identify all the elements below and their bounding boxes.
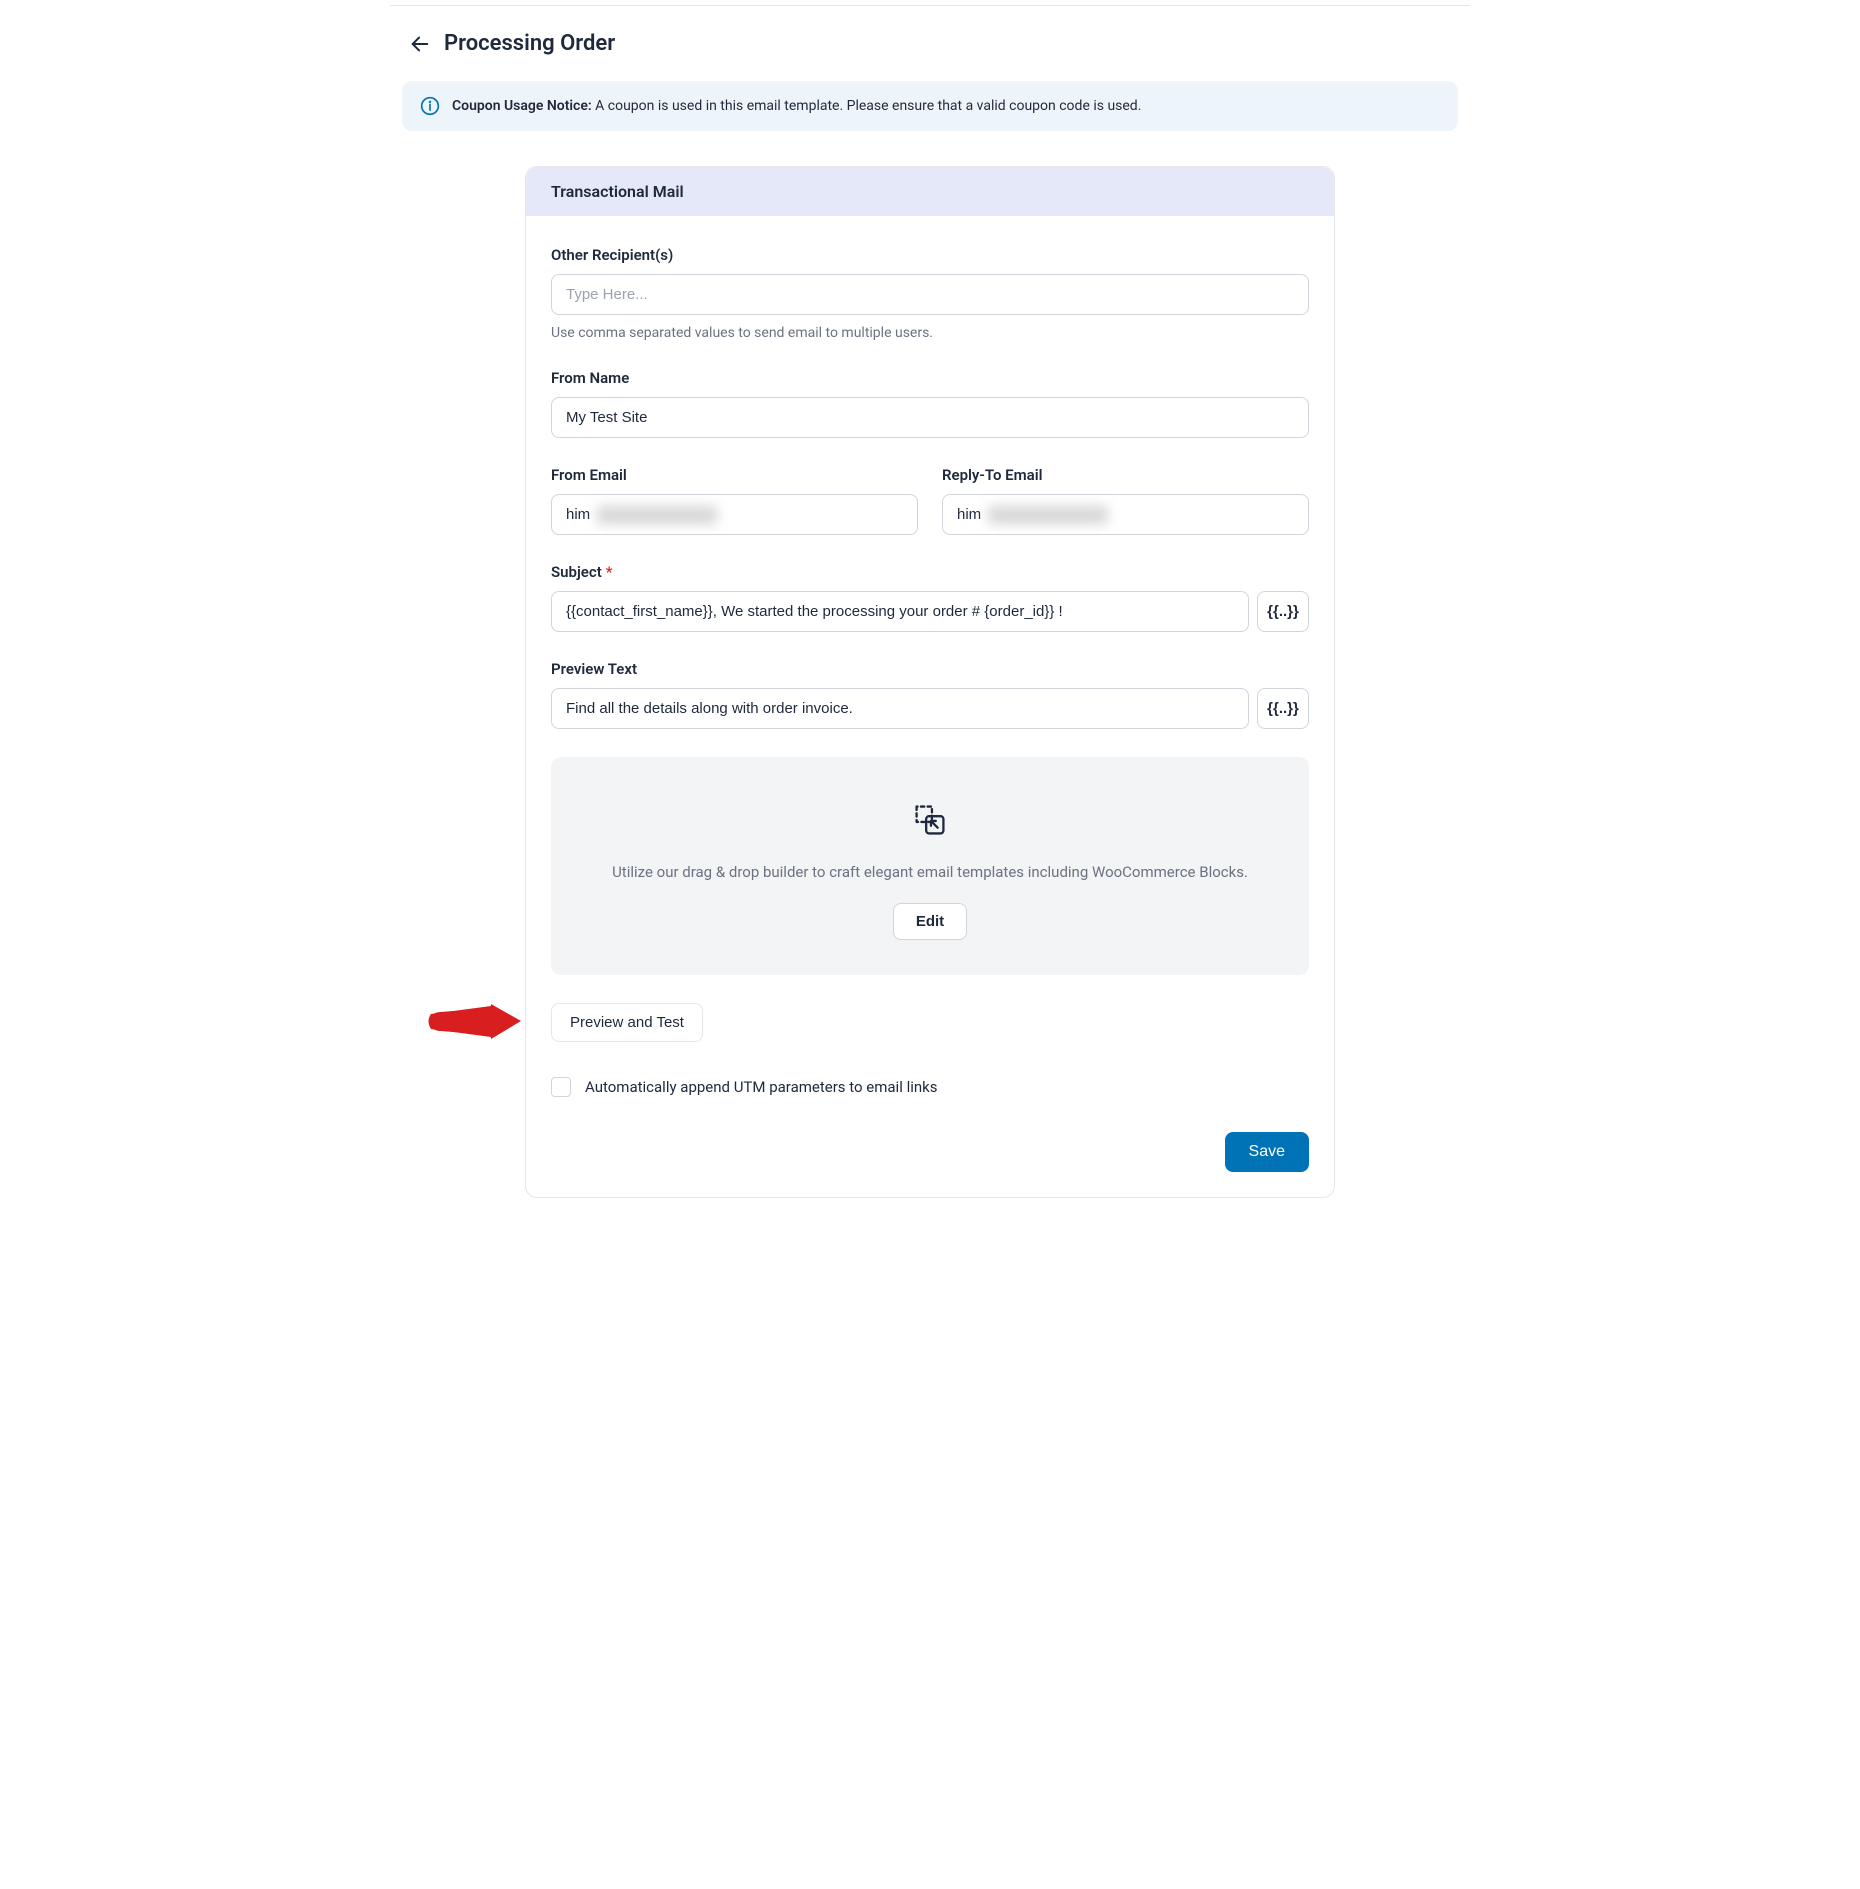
builder-description: Utilize our drag & drop builder to craft… <box>581 863 1279 881</box>
recipients-label: Other Recipient(s) <box>551 246 1309 264</box>
subject-input[interactable] <box>551 591 1249 632</box>
page-header: Processing Order <box>390 6 1470 76</box>
save-button[interactable]: Save <box>1225 1132 1309 1172</box>
preview-text-input[interactable] <box>551 688 1249 729</box>
builder-box: Utilize our drag & drop builder to craft… <box>551 757 1309 975</box>
card-header: Transactional Mail <box>526 167 1334 216</box>
from-name-label: From Name <box>551 369 1309 387</box>
transactional-mail-card: Transactional Mail Other Recipient(s) Us… <box>525 166 1335 1198</box>
page-title: Processing Order <box>444 31 615 56</box>
builder-icon <box>581 797 1279 843</box>
info-icon <box>420 96 440 116</box>
edit-button[interactable]: Edit <box>893 903 967 940</box>
reply-to-label: Reply-To Email <box>942 466 1309 484</box>
from-email-label: From Email <box>551 466 918 484</box>
from-name-input[interactable] <box>551 397 1309 438</box>
preview-merge-tag-button[interactable]: {{..}} <box>1257 688 1309 729</box>
recipients-helper: Use comma separated values to send email… <box>551 325 1309 341</box>
subject-label: Subject* <box>551 563 1309 581</box>
arrow-annotation <box>426 994 521 1049</box>
coupon-notice: Coupon Usage Notice: A coupon is used in… <box>402 81 1458 131</box>
preview-text-label: Preview Text <box>551 660 1309 678</box>
recipients-input[interactable] <box>551 274 1309 315</box>
notice-text: Coupon Usage Notice: A coupon is used in… <box>452 98 1141 114</box>
back-arrow-icon[interactable] <box>408 32 432 56</box>
utm-checkbox[interactable] <box>551 1077 571 1097</box>
utm-label: Automatically append UTM parameters to e… <box>585 1078 938 1096</box>
subject-merge-tag-button[interactable]: {{..}} <box>1257 591 1309 632</box>
preview-test-button[interactable]: Preview and Test <box>551 1003 703 1042</box>
